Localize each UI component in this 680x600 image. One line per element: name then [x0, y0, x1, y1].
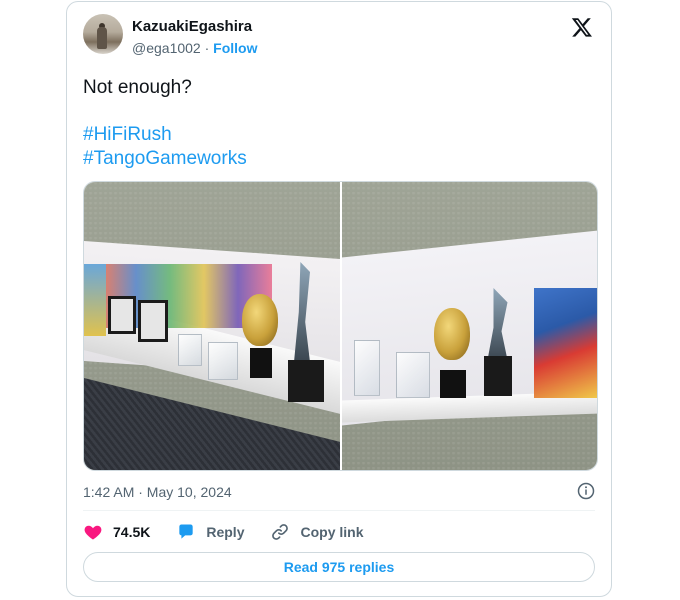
handle-separator: ·	[204, 40, 210, 56]
game-box-art	[533, 288, 597, 398]
like-count: 74.5K	[113, 524, 151, 540]
follow-button[interactable]: Follow	[213, 40, 257, 56]
statue-base	[483, 356, 512, 396]
media-gallery	[83, 181, 598, 471]
plaque-frame-1	[108, 296, 136, 334]
speech-bubble-icon	[179, 524, 194, 539]
media-photo-right[interactable]	[341, 182, 597, 470]
bafta-mask	[433, 308, 470, 360]
action-bar: 74.5K Reply Copy link	[83, 522, 390, 542]
plaque-frame-2	[138, 300, 168, 342]
author-handle[interactable]: @ega1002	[132, 40, 201, 56]
info-icon[interactable]	[577, 482, 595, 500]
hashtag-tangogameworks[interactable]: #TangoGameworks	[83, 148, 247, 170]
link-icon	[272, 524, 289, 540]
statue-base	[288, 360, 324, 402]
read-replies-button[interactable]: Read 975 replies	[83, 552, 595, 582]
tweet-text: Not enough?	[83, 77, 192, 98]
hashtag-hifirush[interactable]: #HiFiRush	[83, 124, 172, 146]
author-handle-row: @ega1002 · Follow	[132, 40, 258, 56]
avatar[interactable]	[83, 14, 123, 54]
bafta-base	[439, 370, 466, 398]
reply-button[interactable]: Reply	[176, 522, 244, 542]
bafta-mask	[242, 294, 278, 346]
avatar-figure	[97, 27, 107, 49]
glass-award-2	[208, 342, 238, 380]
tweet-card: KazuakiEgashira @ega1002 · Follow Not en…	[66, 1, 612, 597]
media-photo-left[interactable]	[84, 182, 340, 470]
author-display-name[interactable]: KazuakiEgashira	[132, 18, 252, 35]
reply-label: Reply	[206, 524, 245, 540]
copy-link-label: Copy link	[300, 524, 364, 540]
glass-award-1	[353, 340, 380, 396]
heart-icon	[84, 525, 102, 540]
glass-award-1	[178, 334, 202, 366]
poster-edge	[84, 264, 106, 336]
glass-award-2	[395, 352, 430, 398]
tweet-timestamp[interactable]: 1:42 AM · May 10, 2024	[83, 484, 232, 500]
like-button[interactable]: 74.5K	[83, 522, 150, 542]
copy-link-button[interactable]: Copy link	[270, 522, 364, 542]
x-logo-icon[interactable]	[571, 16, 593, 38]
bafta-base	[250, 348, 272, 378]
divider	[83, 510, 595, 511]
